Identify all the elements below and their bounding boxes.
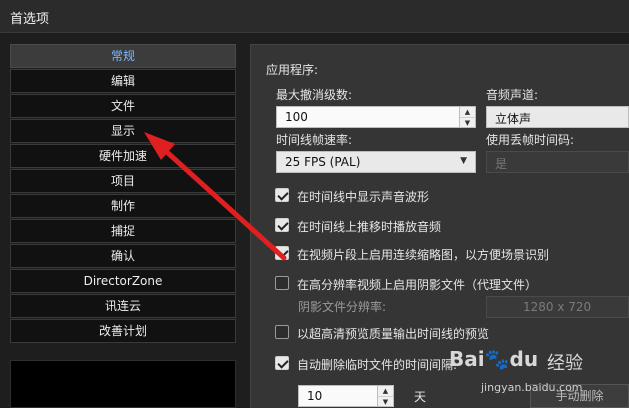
checkbox-label: 自动删除临时文件的时间间隔: xyxy=(297,358,458,372)
watermark-brand: Bai xyxy=(449,347,485,371)
timeline-fps-select[interactable]: 25 FPS (PAL) ▼ xyxy=(276,151,476,173)
drop-frame-label: 使用丢帧时间码: xyxy=(486,133,575,147)
preview-box xyxy=(10,360,236,408)
checkbox-icon[interactable] xyxy=(275,218,289,232)
title-bar: 首选项 xyxy=(0,0,629,33)
drop-frame-value: 是 xyxy=(495,157,508,171)
timeline-fps-label: 时间线帧速率: xyxy=(276,133,353,147)
decrement-icon[interactable]: ▼ xyxy=(460,117,475,127)
temp-interval-buttons: ▲ ▼ xyxy=(377,386,393,406)
decrement-icon[interactable]: ▼ xyxy=(378,396,393,406)
shadow-resolution-select[interactable]: 1280 x 720 xyxy=(486,296,629,318)
watermark: Bai🐾du 经验 jingyan.baidu.com xyxy=(449,347,619,403)
max-undo-stepper[interactable]: 100 ▲ ▼ xyxy=(276,106,476,128)
sidebar-item-edit[interactable]: 编辑 xyxy=(10,69,236,93)
sidebar-item-general[interactable]: 常规 xyxy=(10,44,236,68)
max-undo-label: 最大撤消级数: xyxy=(276,88,353,102)
paw-icon: 🐾 xyxy=(484,347,510,371)
checkbox-label: 在时间线中显示声音波形 xyxy=(297,190,430,204)
section-title: 应用程序: xyxy=(266,63,319,77)
checkbox-icon[interactable] xyxy=(275,276,289,290)
shadow-resolution-label: 阴影文件分辨率: xyxy=(298,300,387,314)
max-undo-value: 100 xyxy=(285,110,308,124)
window-title: 首选项 xyxy=(10,12,50,27)
checkbox-icon[interactable] xyxy=(275,325,289,339)
drop-frame-select[interactable]: 是 xyxy=(486,151,629,173)
increment-icon[interactable]: ▲ xyxy=(378,386,393,396)
sidebar-item-directorzone[interactable]: DirectorZone xyxy=(10,269,236,293)
temp-interval-value: 10 xyxy=(307,389,323,403)
sidebar-item-confirm[interactable]: 确认 xyxy=(10,244,236,268)
sidebar-item-project[interactable]: 项目 xyxy=(10,169,236,193)
max-undo-buttons: ▲ ▼ xyxy=(459,107,475,127)
sidebar-item-improvement[interactable]: 改善计划 xyxy=(10,319,236,343)
checkbox-label: 以超高清预览质量输出时间线的预览 xyxy=(297,327,490,341)
audio-channel-value: 立体声 xyxy=(495,112,532,126)
checkbox-label: 在高分辨率视频上启用阴影文件（代理文件） xyxy=(297,278,538,292)
checkbox-label: 在时间线上推移时播放音频 xyxy=(297,220,442,234)
temp-interval-unit: 天 xyxy=(414,390,427,404)
watermark-url: jingyan.baidu.com xyxy=(481,381,583,394)
sidebar-item-produce[interactable]: 制作 xyxy=(10,194,236,218)
checkbox-icon[interactable] xyxy=(275,356,289,370)
sidebar-item-file[interactable]: 文件 xyxy=(10,94,236,118)
watermark-text: 经验 xyxy=(547,353,583,374)
watermark-brand-2: du xyxy=(509,347,539,371)
sidebar-item-hardware-acceleration[interactable]: 硬件加速 xyxy=(10,144,236,168)
sidebar: 常规 编辑 文件 显示 硬件加速 项目 制作 捕捉 确认 DirectorZon… xyxy=(10,44,236,344)
sidebar-item-capture[interactable]: 捕捉 xyxy=(10,219,236,243)
increment-icon[interactable]: ▲ xyxy=(460,107,475,117)
checkbox-icon[interactable] xyxy=(275,246,289,260)
sidebar-item-display[interactable]: 显示 xyxy=(10,119,236,143)
sidebar-item-cloud[interactable]: 讯连云 xyxy=(10,294,236,318)
audio-channel-label: 音频声道: xyxy=(486,88,539,102)
baidu-logo: Bai🐾du xyxy=(449,347,538,371)
chevron-down-icon: ▼ xyxy=(460,156,467,166)
shadow-resolution-value: 1280 x 720 xyxy=(523,300,592,314)
audio-channel-select[interactable]: 立体声 xyxy=(486,106,629,128)
checkbox-label: 在视频片段上启用连续缩略图，以方便场景识别 xyxy=(297,248,550,262)
checkbox-icon[interactable] xyxy=(275,188,289,202)
timeline-fps-value: 25 FPS (PAL) xyxy=(285,155,361,169)
temp-interval-stepper[interactable]: 10 ▲ ▼ xyxy=(298,385,394,407)
